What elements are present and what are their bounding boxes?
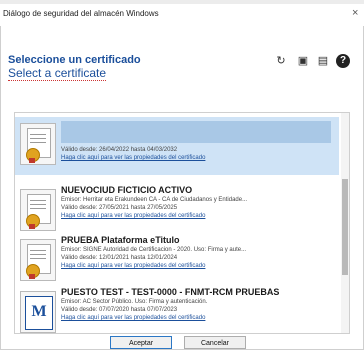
view-certificate-icon[interactable]: ▣ — [296, 54, 310, 68]
certificate-issuer: Emisor: AC Sector Público. Uso: Firma y … — [61, 299, 208, 305]
certificate-name: NUEVOCIUD FICTICIO ACTIVO — [61, 185, 193, 195]
certificate-issuer: Emisor: Herritar eta Erakundeen CA - CA … — [61, 197, 248, 203]
accept-button[interactable]: Aceptar — [110, 336, 172, 349]
refresh-icon[interactable]: ↻ — [274, 54, 288, 68]
smartcard-icon[interactable]: ▤ — [316, 54, 330, 68]
help-icon[interactable]: ? — [336, 54, 350, 68]
certificate-properties-link[interactable]: Haga clic aquí para ver las propiedades … — [61, 155, 205, 161]
certificate-validity: Válido desde: 26/04/2022 hasta 04/03/203… — [61, 147, 178, 153]
certificate-list[interactable]: Válido desde: 26/04/2022 hasta 04/03/203… — [14, 112, 350, 334]
header-title-en: Select a certificate — [8, 66, 107, 81]
certificate-properties-link[interactable]: Haga clic aquí para ver las propiedades … — [61, 315, 205, 321]
fnmt-logo-icon: M — [20, 291, 56, 333]
scrollbar-thumb[interactable] — [342, 179, 348, 275]
title-bar: Diálogo de seguridad del almacén Windows… — [0, 4, 364, 26]
certificate-name: PUESTO TEST - TEST-0000 - FNMT-RCM PRUEB… — [61, 287, 280, 297]
certificate-properties-link[interactable]: Haga clic aquí para ver las propiedades … — [61, 263, 205, 269]
certificate-issuer: Emisor: SIGNE Autoridad de Certificacion… — [61, 247, 247, 253]
window-title: Diálogo de seguridad del almacén Windows — [3, 9, 159, 18]
header-title-es: Seleccione un certificado — [8, 54, 141, 66]
redacted-certificate-name — [61, 121, 331, 143]
certificate-icon — [20, 239, 56, 281]
certificate-name: PRUEBA Plataforma eTitulo — [61, 235, 180, 245]
certificate-item-selected[interactable]: Válido desde: 26/04/2022 hasta 04/03/203… — [15, 117, 339, 175]
certificate-validity: Válido desde: 27/05/2021 hasta 27/05/202… — [61, 205, 178, 211]
certificate-icon — [20, 189, 56, 231]
certificate-item[interactable]: M PUESTO TEST - TEST-0000 - FNMT-RCM PRU… — [15, 285, 339, 333]
dialog-header: Seleccione un certificado Select a certi… — [2, 41, 358, 91]
close-icon[interactable]: × — [352, 7, 358, 19]
certificate-validity: Válido desde: 12/01/2021 hasta 12/01/202… — [61, 255, 178, 261]
certificate-validity: Válido desde: 07/07/2020 hasta 07/07/202… — [61, 307, 178, 313]
certificate-icon — [20, 123, 56, 165]
cancel-button[interactable]: Cancelar — [184, 336, 246, 349]
list-scrollbar[interactable] — [341, 113, 349, 333]
certificate-item[interactable]: PRUEBA Plataforma eTitulo Emisor: SIGNE … — [15, 233, 339, 291]
certificate-properties-link[interactable]: Haga clic aquí para ver las propiedades … — [61, 213, 205, 219]
